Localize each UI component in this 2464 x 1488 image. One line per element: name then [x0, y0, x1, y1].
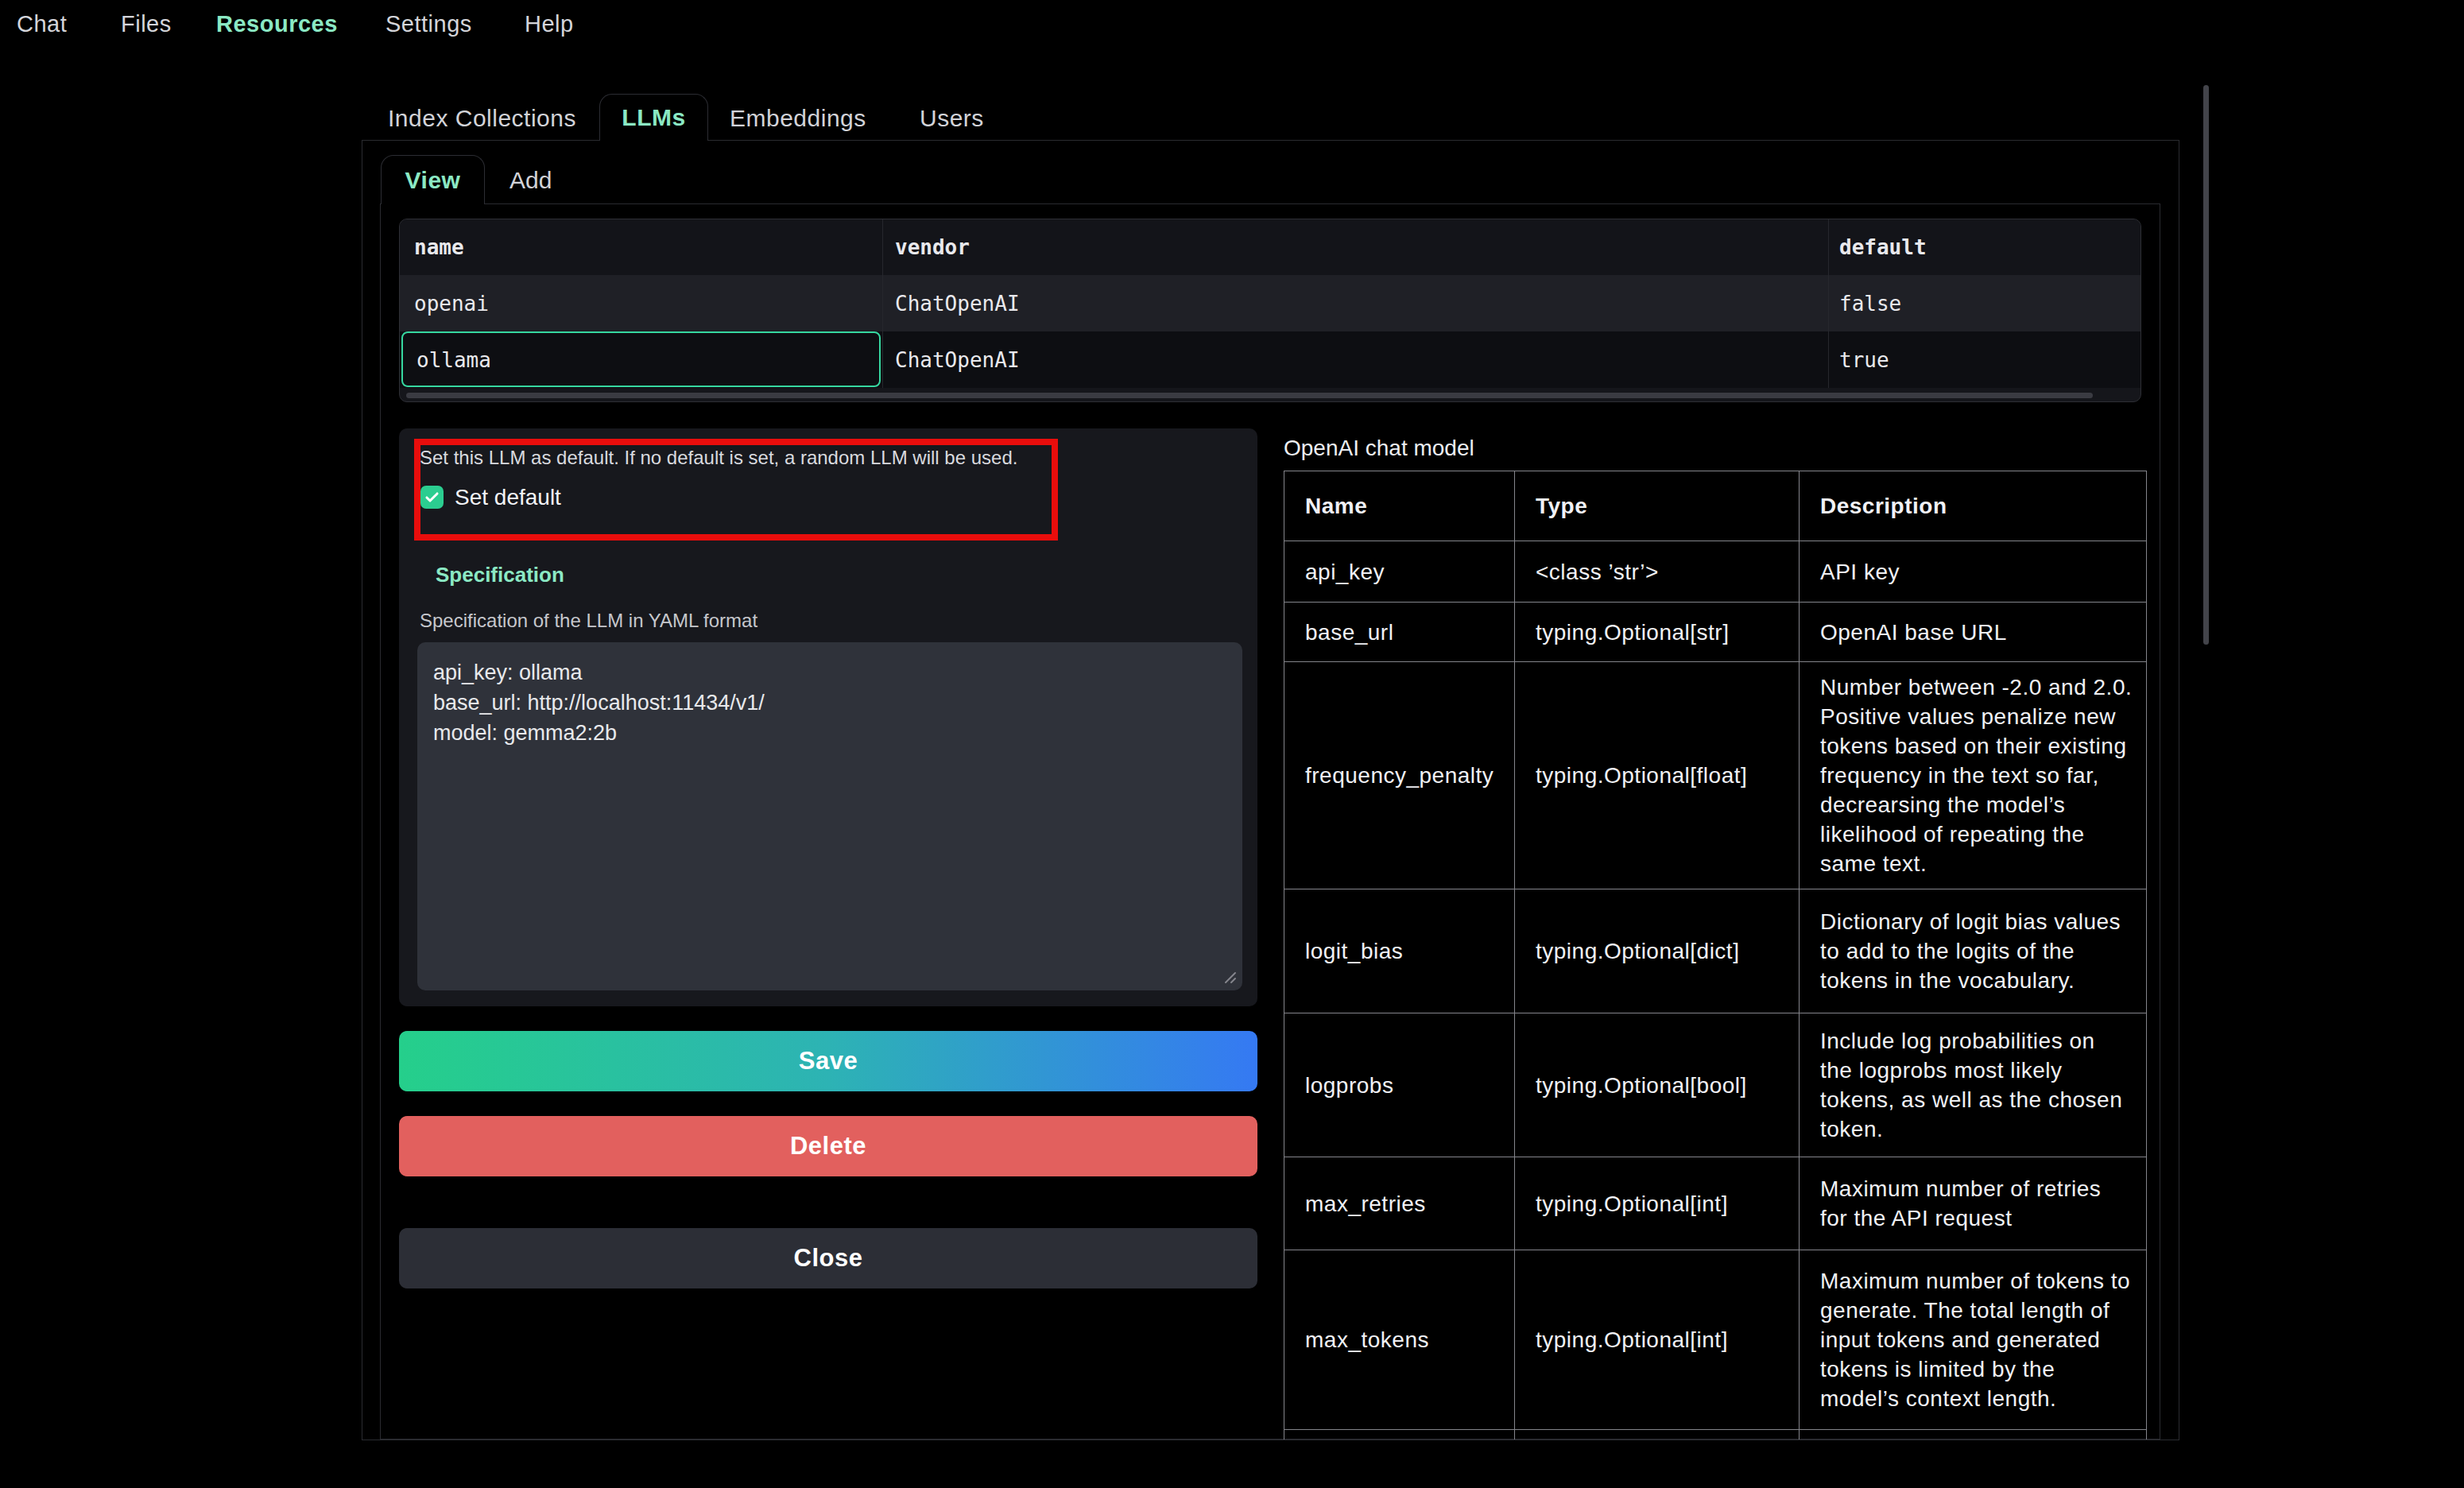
model-doc-title: OpenAI chat model	[1284, 434, 1474, 463]
doc-cell-name: logit_bias	[1284, 889, 1515, 1013]
nav-help[interactable]: Help	[525, 10, 574, 37]
doc-cell-name: max_retries	[1284, 1157, 1515, 1250]
nav-files[interactable]: Files	[121, 10, 172, 37]
doc-cell-name: base_url	[1284, 603, 1515, 661]
doc-col-name: Name	[1284, 471, 1515, 541]
doc-header-row: Name Type Description	[1284, 471, 2147, 541]
set-default-checkbox[interactable]	[420, 486, 444, 509]
default-hint-text: Set this LLM as default. If no default i…	[420, 446, 1017, 470]
page-scrollbar-thumb[interactable]	[2203, 85, 2209, 645]
doc-cell-type: typing.Optional[float]	[1515, 662, 1800, 889]
doc-row-logit-bias: logit_bias typing.Optional[dict] Diction…	[1284, 889, 2147, 1013]
llm-row-openai[interactable]: openai ChatOpenAI false	[400, 275, 2141, 331]
llm-row-openai-default[interactable]: false	[1839, 275, 1901, 331]
doc-row-logprobs: logprobs typing.Optional[bool] Include l…	[1284, 1013, 2147, 1157]
doc-cell-desc: Number between -2.0 and 2.0. Positive va…	[1800, 662, 2147, 889]
subtab-view-label: View	[405, 167, 461, 194]
save-button[interactable]: Save	[399, 1031, 1257, 1091]
llm-row-openai-vendor[interactable]: ChatOpenAI	[895, 275, 1020, 331]
doc-row-max-tokens: max_tokens typing.Optional[int] Maximum …	[1284, 1250, 2147, 1430]
yaml-format-hint: Specification of the LLM in YAML format	[420, 608, 757, 634]
llm-col-name[interactable]: name	[414, 219, 464, 275]
llm-table: name vendor default openai ChatOpenAI fa…	[399, 219, 2141, 402]
doc-cell-type: typing.Optional[int]	[1515, 1157, 1800, 1250]
llm-col-default[interactable]: default	[1839, 219, 1927, 275]
doc-row-api-key: api_key <class ’str’> API key	[1284, 541, 2147, 603]
textarea-resize-handle[interactable]	[1219, 967, 1237, 984]
nav-settings[interactable]: Settings	[385, 10, 472, 37]
doc-cell-desc: Maximum number of tokens to generate. Th…	[1800, 1250, 2147, 1429]
doc-row-frequency-penalty: frequency_penalty typing.Optional[float]…	[1284, 662, 2147, 889]
set-default-label[interactable]: Set default	[455, 484, 561, 511]
doc-cell-type: typing.Optional[dict]	[1515, 889, 1800, 1013]
tab-llms[interactable]: LLMs	[599, 94, 708, 141]
checkmark-icon	[424, 489, 440, 506]
doc-cell-desc: Include log probabilities on the logprob…	[1800, 1013, 2147, 1157]
doc-cell-desc: API key	[1800, 541, 2147, 602]
tab-embeddings[interactable]: Embeddings	[730, 104, 866, 133]
llm-table-header: name vendor default	[400, 219, 2141, 275]
doc-cell-type: typing.Optional[bool]	[1515, 1013, 1800, 1157]
subtab-view[interactable]: View	[381, 155, 485, 204]
llm-table-hscrollbar[interactable]	[406, 393, 2093, 398]
delete-button[interactable]: Delete	[399, 1116, 1257, 1176]
doc-cell-desc: Dictionary of logit bias values to add t…	[1800, 889, 2147, 1013]
doc-cell-name: frequency_penalty	[1284, 662, 1515, 889]
llm-table-col-separator-2	[1828, 219, 1829, 388]
doc-cell-name: max_tokens	[1284, 1250, 1515, 1429]
doc-row-base-url: base_url typing.Optional[str] OpenAI bas…	[1284, 603, 2147, 662]
doc-cell-type: typing.Optional[str]	[1515, 603, 1800, 661]
llm-row-ollama-vendor[interactable]: ChatOpenAI	[895, 331, 1020, 388]
llm-col-vendor[interactable]: vendor	[895, 219, 970, 275]
doc-row-max-retries: max_retries typing.Optional[int] Maximum…	[1284, 1157, 2147, 1250]
doc-col-description: Description	[1800, 471, 2147, 541]
doc-cell-name: api_key	[1284, 541, 1515, 602]
tab-users[interactable]: Users	[920, 104, 984, 133]
model-doc-table: Name Type Description api_key <class ’st…	[1284, 471, 2148, 1440]
doc-row-clipped	[1284, 1430, 2147, 1440]
doc-cell-type: <class ’str’>	[1515, 541, 1800, 602]
doc-col-type: Type	[1515, 471, 1800, 541]
selected-cell-outline	[401, 331, 881, 387]
doc-cell-desc: OpenAI base URL	[1800, 603, 2147, 661]
doc-cell-name: logprobs	[1284, 1013, 1515, 1157]
specification-textarea[interactable]: api_key: ollama base_url: http://localho…	[417, 642, 1242, 990]
doc-cell-name	[1284, 1430, 1515, 1440]
tab-index-collections[interactable]: Index Collections	[388, 104, 576, 133]
close-button[interactable]: Close	[399, 1228, 1257, 1288]
doc-cell-desc	[1800, 1430, 2147, 1440]
llm-row-openai-name[interactable]: openai	[414, 275, 489, 331]
llm-table-col-separator-1	[882, 219, 883, 388]
doc-cell-type: typing.Optional[int]	[1515, 1250, 1800, 1429]
tab-llms-label: LLMs	[622, 104, 685, 131]
specification-heading: Specification	[436, 560, 564, 589]
llm-row-ollama-default[interactable]: true	[1839, 331, 1889, 388]
doc-cell-desc: Maximum number of retries for the API re…	[1800, 1157, 2147, 1250]
doc-cell-type	[1515, 1430, 1800, 1440]
nav-chat[interactable]: Chat	[17, 10, 67, 37]
nav-resources[interactable]: Resources	[216, 10, 338, 37]
subtab-add[interactable]: Add	[509, 166, 552, 195]
